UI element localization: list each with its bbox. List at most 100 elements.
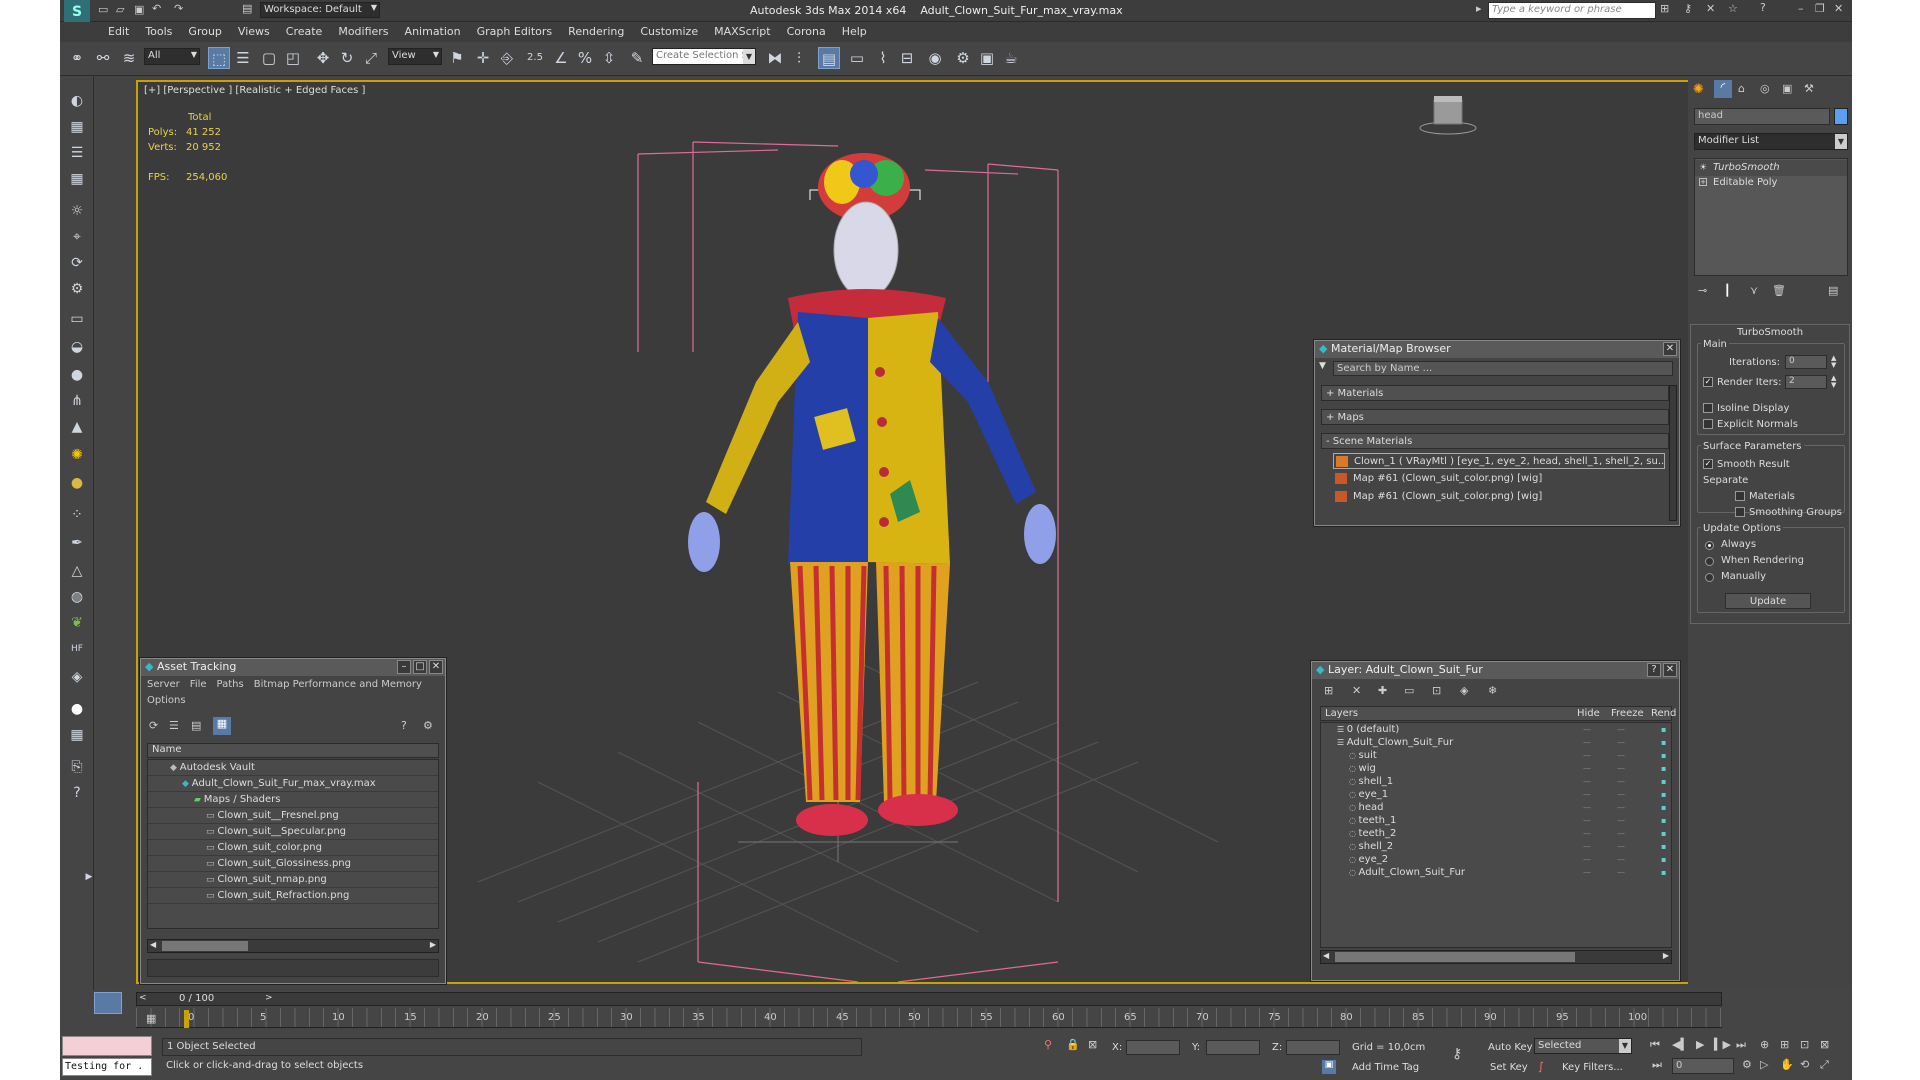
hide-all-icon[interactable]: ◈	[1460, 684, 1468, 697]
key-mode-icon[interactable]: ⏭	[1652, 1058, 1662, 1072]
project-icon[interactable]: ▤	[242, 2, 252, 15]
scale-icon[interactable]: ⤢	[360, 47, 382, 69]
explicit-normals-checkbox[interactable]	[1703, 419, 1713, 429]
freeze-toggle[interactable]: —	[1617, 775, 1625, 788]
camera-icon[interactable]: ◐	[66, 90, 88, 112]
hide-toggle[interactable]: —	[1583, 749, 1591, 762]
helper-icon[interactable]: ⌖	[66, 226, 88, 248]
layers-column[interactable]: Layers	[1325, 708, 1358, 719]
menu-item-customize[interactable]: Customize	[632, 23, 706, 40]
align-icon[interactable]: ⫶	[788, 47, 810, 69]
isolate-icon[interactable]: ⚲	[1044, 1038, 1052, 1051]
hide-toggle[interactable]: —	[1583, 827, 1591, 840]
hide-toggle[interactable]: —	[1583, 840, 1591, 853]
asset-menu-file[interactable]: File	[190, 679, 207, 690]
materials-section[interactable]: + Materials	[1321, 385, 1669, 401]
angle-snap-icon[interactable]: ∠	[550, 47, 572, 69]
close-icon[interactable]: ✕	[1663, 663, 1677, 677]
key-filters-button[interactable]: Key Filters...	[1562, 1062, 1623, 1073]
zoom-extents-all-icon[interactable]: ⊠	[1820, 1038, 1829, 1051]
schematic-view-icon[interactable]: ⊟	[896, 47, 918, 69]
pivot-center-icon[interactable]: ⚑	[446, 47, 468, 69]
curve-editor-icon[interactable]: ⌇	[872, 47, 894, 69]
expand-panel-icon[interactable]: ▶	[84, 866, 94, 888]
hide-toggle[interactable]: —	[1583, 723, 1591, 736]
render-toggle-icon[interactable]: ▪	[1661, 801, 1666, 814]
scene-map-item[interactable]: Map #61 (Clown_suit_color.png) [wig]	[1333, 489, 1665, 505]
viewcube[interactable]	[1419, 96, 1477, 135]
layer-horizontal-scrollbar[interactable]: ◀ ▶	[1320, 950, 1672, 964]
display-tab-icon[interactable]: ▣	[1782, 82, 1792, 95]
key-selection-dropdown[interactable]: Selected ▼	[1534, 1038, 1632, 1054]
asset-tree-row[interactable]: ◆ Adult_Clown_Suit_Fur_max_vray.max	[148, 776, 438, 792]
go-to-start-icon[interactable]: ⏮	[1650, 1038, 1660, 1052]
asset-tree-row[interactable]: ▭ Clown_suit_nmap.png	[148, 872, 438, 888]
object-color-swatch[interactable]	[1834, 108, 1848, 125]
layer-row[interactable]: ◌ teeth_1 — — ▪	[1321, 814, 1671, 827]
bind-spacewarp-icon[interactable]: ≋	[118, 47, 140, 69]
update-always-radio[interactable]	[1705, 541, 1714, 550]
menu-item-graph-editors[interactable]: Graph Editors	[469, 23, 561, 40]
menu-item-modifiers[interactable]: Modifiers	[330, 23, 396, 40]
snaps-toggle-icon[interactable]: 2.5	[524, 47, 546, 69]
asset-tree-row[interactable]: ▭ Clown_suit_Refraction.png	[148, 888, 438, 904]
material-ball-icon[interactable]: ●	[66, 472, 88, 494]
zoom-all-icon[interactable]: ⊞	[1780, 1038, 1789, 1051]
maximize-icon[interactable]: □	[413, 660, 427, 674]
layer-row[interactable]: ◌ shell_1 — — ▪	[1321, 775, 1671, 788]
menu-item-animation[interactable]: Animation	[397, 23, 469, 40]
menu-item-tools[interactable]: Tools	[137, 23, 180, 40]
menu-item-corona[interactable]: Corona	[779, 23, 834, 40]
percent-snap-icon[interactable]: %	[574, 47, 596, 69]
go-to-end-icon[interactable]: ⏭	[1736, 1038, 1746, 1052]
modify-tab-icon[interactable]: ◜	[1714, 80, 1732, 98]
layer-row[interactable]: ☰ Adult_Clown_Suit_Fur — — ▪	[1321, 736, 1671, 749]
maximize-viewport-icon[interactable]: ⤢	[1820, 1058, 1829, 1072]
update-when-rendering-radio[interactable]	[1705, 557, 1714, 566]
layer-row[interactable]: ◌ shell_2 — — ▪	[1321, 840, 1671, 853]
configure-modifier-sets-icon[interactable]: ▤	[1828, 284, 1838, 297]
particles-icon[interactable]: ⁘	[66, 504, 88, 526]
hide-toggle[interactable]: —	[1583, 736, 1591, 749]
star-icon[interactable]: ☆	[1728, 2, 1738, 15]
material-browser-scrollbar[interactable]	[1669, 385, 1677, 521]
workspace-dropdown[interactable]: Workspace: Default ▼	[260, 2, 380, 18]
named-selection-dropdown[interactable]: Create Selection Se ▼	[652, 48, 756, 65]
unlink-icon[interactable]: ⚯	[92, 47, 114, 69]
render-column[interactable]: Rend	[1651, 708, 1676, 719]
absolute-mode-icon[interactable]: ⊠	[1088, 1038, 1097, 1051]
infocenter-search-input[interactable]: Type a keyword or phrase	[1488, 2, 1656, 19]
grass-icon[interactable]: ❦	[66, 612, 88, 634]
hf-icon[interactable]: HF	[66, 638, 88, 660]
freeze-toggle[interactable]: —	[1617, 749, 1625, 762]
grid-icon[interactable]: ▦	[66, 168, 88, 190]
freeze-toggle[interactable]: —	[1617, 840, 1625, 853]
add-time-tag[interactable]: Add Time Tag	[1352, 1062, 1419, 1073]
triangle-icon[interactable]: △	[66, 560, 88, 582]
geosphere-icon[interactable]: ●	[66, 364, 88, 386]
render-setup-icon[interactable]: ⚙	[952, 47, 974, 69]
asset-tree-row[interactable]: ▭ Clown_suit__Fresnel.png	[148, 808, 438, 824]
render-toggle-icon[interactable]: ▪	[1661, 762, 1666, 775]
frame-ruler[interactable]: 0 5 10 15 20 25 30 35 40 45 50 55 60 65 70 75 80 85 90 95 10…	[136, 1008, 1722, 1028]
vault-help-icon[interactable]: ?	[401, 719, 407, 732]
help-icon[interactable]: ?	[1760, 1, 1766, 14]
lightbulb-icon[interactable]: ☀	[1699, 160, 1707, 176]
key-icon[interactable]: ⚷	[1684, 2, 1692, 15]
key-curve-icon[interactable]: ∫	[1538, 1060, 1544, 1073]
close-icon[interactable]: ✕	[429, 660, 443, 674]
render-iters-spinner[interactable]: 2	[1785, 375, 1827, 389]
spinner-arrows-icon[interactable]: ▲ ▼	[1831, 355, 1836, 369]
rendered-frame-icon[interactable]: ▣	[976, 47, 998, 69]
layer-manager-icon[interactable]: ▤	[818, 47, 840, 69]
asset-tree-header[interactable]: Name	[147, 743, 439, 758]
list-icon[interactable]: ☰	[66, 142, 88, 164]
save-file-icon[interactable]: ▣	[134, 3, 144, 16]
exchange-icon[interactable]: ✕	[1706, 2, 1715, 15]
layer-row[interactable]: ◌ eye_2 — — ▪	[1321, 853, 1671, 866]
pin-stack-icon[interactable]: ⊸	[1698, 284, 1707, 297]
expand-arrow-icon[interactable]: ▸	[1476, 2, 1482, 15]
freeze-column[interactable]: Freeze	[1611, 708, 1644, 719]
hide-column[interactable]: Hide	[1577, 708, 1600, 719]
freeze-toggle[interactable]: —	[1617, 801, 1625, 814]
